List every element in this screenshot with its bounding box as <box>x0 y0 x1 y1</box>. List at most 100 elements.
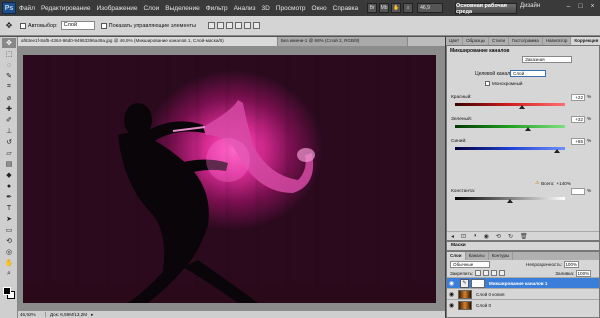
clone-stamp-tool-icon[interactable]: ⊥ <box>2 126 16 136</box>
fill-input[interactable]: 100% <box>576 269 592 277</box>
menu-edit[interactable]: Редактирование <box>38 5 94 12</box>
align-bottom-icon[interactable] <box>226 22 234 29</box>
align-center-icon[interactable] <box>244 22 252 29</box>
zoom-level-readout[interactable]: 46,92% <box>18 312 46 317</box>
layer-mask-thumbnail[interactable] <box>471 278 485 288</box>
blend-mode-dropdown[interactable]: Обычные <box>450 261 490 268</box>
auto-select-checkbox[interactable] <box>20 22 26 29</box>
3d-camera-tool-icon[interactable]: ◎ <box>2 247 16 257</box>
blue-value-input[interactable]: +86 <box>571 138 585 145</box>
blue-slider-thumb[interactable] <box>554 149 561 153</box>
3d-rotate-tool-icon[interactable]: ⟲ <box>2 236 16 246</box>
close-button[interactable]: × <box>588 2 597 11</box>
move-tool-icon[interactable]: ✥ <box>4 21 14 31</box>
quick-select-tool-icon[interactable]: ✎ <box>2 71 16 81</box>
menu-filter[interactable]: Фильтр <box>203 5 231 12</box>
color-swatches[interactable] <box>3 287 16 300</box>
lock-position-icon[interactable] <box>491 270 498 276</box>
visibility-eye-icon[interactable]: ◉ <box>447 280 456 287</box>
tab-navigator[interactable]: Навигатор <box>543 37 572 45</box>
status-menu-arrow-icon[interactable]: ▸ <box>91 312 93 318</box>
menu-analysis[interactable]: Анализ <box>231 5 259 12</box>
hand-icon[interactable]: ✋ <box>391 3 402 13</box>
blue-slider-track[interactable] <box>455 147 565 150</box>
reset-icon[interactable]: ↻ <box>508 233 513 240</box>
move-tool-icon[interactable]: ✥ <box>2 38 16 48</box>
tab-layers[interactable]: Слои <box>447 252 466 260</box>
visibility-eye-icon[interactable]: ◉ <box>447 302 456 309</box>
bridge-icon[interactable]: Br <box>367 3 378 13</box>
green-slider-thumb[interactable] <box>524 127 531 131</box>
saxophonist-photo[interactable] <box>23 55 436 303</box>
align-top-icon[interactable] <box>208 22 216 29</box>
layer-row[interactable]: ◉ ✎ Микширование каналов 1 <box>447 277 599 288</box>
blur-tool-icon[interactable]: ◆ <box>2 170 16 180</box>
back-arrow-icon[interactable]: ◂ <box>451 233 454 240</box>
monochrome-checkbox-box[interactable] <box>485 81 490 86</box>
green-value-input[interactable]: +32 <box>571 116 585 123</box>
canvas-area[interactable] <box>18 46 445 311</box>
foreground-color-swatch[interactable] <box>3 287 11 295</box>
view-previous-icon[interactable]: ⟲ <box>496 233 501 240</box>
clip-to-layer-icon[interactable]: ◑ <box>473 233 477 239</box>
tab-color[interactable]: Цвет <box>446 37 464 45</box>
layer-thumbnail[interactable] <box>458 300 472 310</box>
pen-tool-icon[interactable]: ✒ <box>2 192 16 202</box>
eraser-tool-icon[interactable]: ▱ <box>2 148 16 158</box>
align-right-icon[interactable] <box>253 22 261 29</box>
visibility-eye-icon[interactable]: ◉ <box>447 291 456 298</box>
eyedropper-tool-icon[interactable]: ⌀ <box>2 93 16 103</box>
layer-row[interactable]: ◉ Слой 0 копия <box>447 288 599 299</box>
constant-value-input[interactable] <box>571 188 585 195</box>
layer-thumbnail[interactable] <box>458 289 472 299</box>
preset-dropdown[interactable]: Заказная <box>522 56 572 63</box>
tab-histogram[interactable]: Гистограмма <box>509 37 543 45</box>
brush-tool-icon[interactable]: ✐ <box>2 115 16 125</box>
tab-swatches[interactable]: Образцы <box>463 37 490 45</box>
layer-row[interactable]: ◉ Слой 0 <box>447 299 599 310</box>
expand-view-icon[interactable]: ⊡ <box>461 233 466 240</box>
menu-select[interactable]: Выделение <box>162 5 202 12</box>
lock-transparent-icon[interactable] <box>475 270 482 276</box>
tab-channels[interactable]: Каналы <box>466 252 489 260</box>
visibility-eye-icon[interactable]: ◉ <box>484 233 489 240</box>
lock-pixels-icon[interactable] <box>483 270 490 276</box>
minimize-button[interactable]: – <box>564 2 573 11</box>
auto-select-dropdown[interactable]: Слой <box>60 21 95 30</box>
gradient-tool-icon[interactable]: ▤ <box>2 159 16 169</box>
tab-styles[interactable]: Стили <box>489 37 509 45</box>
hand-tool-icon[interactable]: ✋ <box>2 258 16 268</box>
opacity-input[interactable]: 100% <box>564 261 580 268</box>
restore-button[interactable]: □ <box>576 2 585 11</box>
design-workspace-link[interactable]: Дизайн <box>520 3 540 9</box>
green-slider-track[interactable] <box>455 125 565 128</box>
lasso-tool-icon[interactable]: ◌ <box>2 60 16 70</box>
tab-paths[interactable]: Контуры <box>489 252 514 260</box>
path-select-tool-icon[interactable]: ➤ <box>2 214 16 224</box>
menu-help[interactable]: Справка <box>330 5 362 12</box>
marquee-tool-icon[interactable]: ⬚ <box>2 49 16 59</box>
show-controls-checkbox[interactable] <box>100 22 107 29</box>
type-tool-icon[interactable]: T <box>2 203 16 213</box>
zoom-icon[interactable]: ⌕ <box>403 3 414 13</box>
align-left-icon[interactable] <box>235 22 243 29</box>
red-slider-thumb[interactable] <box>519 105 526 109</box>
history-brush-tool-icon[interactable]: ↺ <box>2 137 16 147</box>
lock-all-icon[interactable] <box>499 270 506 276</box>
dodge-tool-icon[interactable]: ● <box>2 181 16 191</box>
target-channel-dropdown[interactable]: Слой <box>510 70 546 77</box>
crop-tool-icon[interactable]: ⌗ <box>2 82 16 92</box>
zoom-tool-icon[interactable]: ⌕ <box>2 269 16 279</box>
menu-file[interactable]: Файл <box>16 5 38 12</box>
tab-adjustments[interactable]: Коррекция <box>571 37 600 45</box>
red-slider-track[interactable] <box>455 103 565 106</box>
menu-layers[interactable]: Слои <box>140 5 162 12</box>
delete-adjustment-icon[interactable]: 🗑 <box>520 233 528 240</box>
menu-image[interactable]: Изображение <box>94 5 141 12</box>
zoom-level-select[interactable]: 46,9 <box>417 3 444 13</box>
document-tab-inactive[interactable]: Без имени-1 @ 66% (Слой 2, RGB/8) <box>278 37 408 46</box>
minibridge-icon[interactable]: Mb <box>379 3 390 13</box>
red-value-input[interactable]: +22 <box>571 94 585 101</box>
menu-view[interactable]: Просмотр <box>273 5 309 12</box>
healing-brush-tool-icon[interactable]: ✚ <box>2 104 16 114</box>
